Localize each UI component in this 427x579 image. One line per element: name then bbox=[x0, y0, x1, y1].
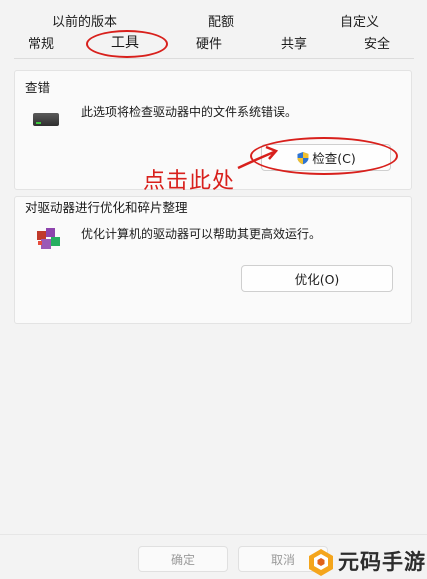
tab-quota[interactable]: 配额 bbox=[208, 15, 234, 31]
cancel-button-label: 取消 bbox=[270, 552, 295, 567]
watermark-text: 元码手游网 bbox=[338, 550, 427, 574]
ok-button-label: 确定 bbox=[170, 552, 195, 567]
click-here-annotation: 点击此处 bbox=[143, 169, 236, 194]
check-button-highlight bbox=[250, 137, 398, 175]
ok-button[interactable]: 确定 bbox=[138, 546, 228, 572]
defrag-icon bbox=[37, 228, 60, 249]
drive-icon bbox=[33, 113, 59, 126]
watermark: 元码手游网 bbox=[306, 540, 427, 579]
tab-hardware[interactable]: 硬件 bbox=[196, 37, 222, 53]
properties-dialog: 以前的版本 配额 自定义 常规 工具 硬件 共享 安全 查错 此选项将检查驱动器… bbox=[0, 0, 427, 579]
optimize-button[interactable]: 优化(O) bbox=[241, 265, 393, 292]
tab-previous-versions[interactable]: 以前的版本 bbox=[52, 15, 117, 31]
error-check-title: 查错 bbox=[25, 80, 51, 95]
tab-customize[interactable]: 自定义 bbox=[340, 15, 379, 31]
tab-general[interactable]: 常规 bbox=[28, 37, 54, 53]
tab-divider bbox=[14, 58, 414, 59]
error-check-description: 此选项将检查驱动器中的文件系统错误。 bbox=[81, 105, 298, 119]
tools-tab-highlight bbox=[86, 30, 168, 58]
optimize-description: 优化计算机的驱动器可以帮助其更高效运行。 bbox=[81, 227, 322, 241]
watermark-logo-icon bbox=[309, 549, 333, 576]
optimize-group: 对驱动器进行优化和碎片整理 优化计算机的驱动器可以帮助其更高效运行。 优化(O) bbox=[14, 196, 412, 324]
tab-sharing[interactable]: 共享 bbox=[281, 37, 307, 53]
tab-security[interactable]: 安全 bbox=[364, 37, 390, 53]
footer-divider bbox=[0, 534, 427, 535]
optimize-title: 对驱动器进行优化和碎片整理 bbox=[25, 200, 188, 215]
optimize-button-label: 优化(O) bbox=[294, 272, 340, 287]
